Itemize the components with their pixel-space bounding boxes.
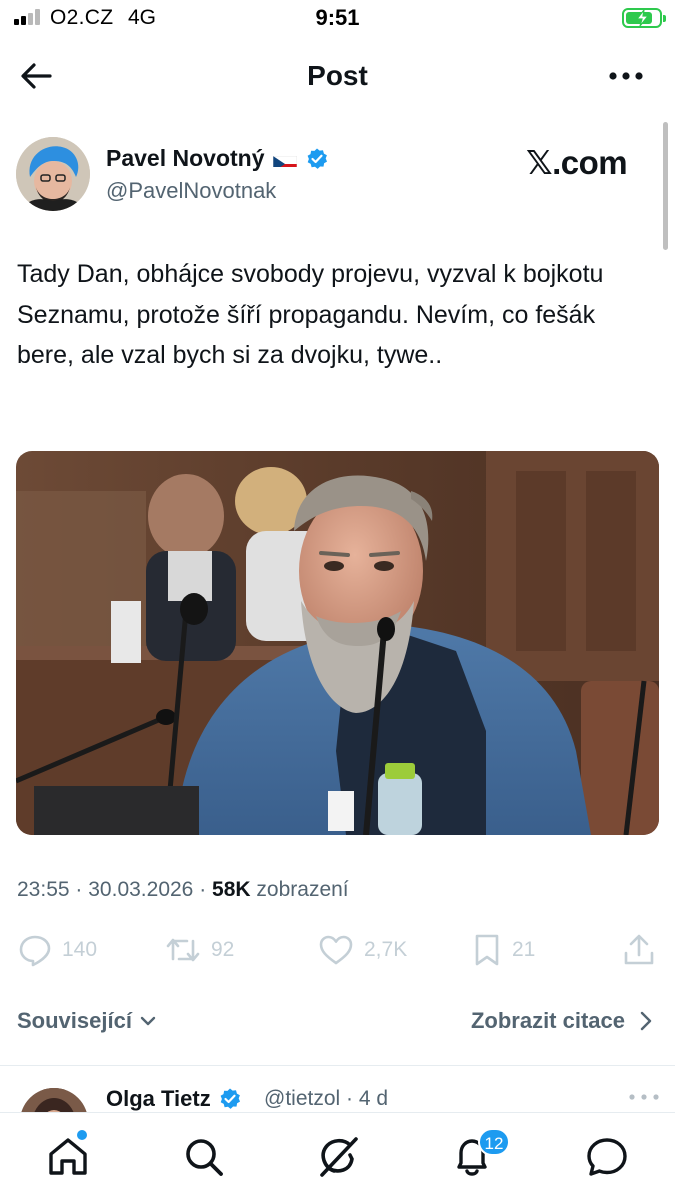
reply-preview[interactable]: Olga Tietz @tietzol · 4 d (0, 1078, 675, 1112)
author-name-row[interactable]: Pavel Novotný (106, 145, 329, 172)
post-time: 23:55 (17, 878, 70, 901)
reply-count: 140 (62, 938, 98, 961)
verified-badge-icon (220, 1088, 240, 1109)
bookmark-icon (475, 934, 499, 966)
like-count: 2,7K (364, 938, 408, 961)
grok-icon (320, 1137, 358, 1177)
meta-separator: · (75, 878, 83, 901)
photo-man-in-parliament (16, 451, 659, 835)
home-icon (49, 1138, 87, 1175)
tab-messages[interactable] (583, 1133, 631, 1181)
view-count: 58K (212, 878, 251, 901)
post-meta: 23:55 · 30.03.2026 · 58K zobrazení (17, 878, 349, 902)
author-avatar[interactable] (16, 137, 90, 211)
related-row: Související Zobrazit citace (0, 1000, 675, 1066)
reply-handle-row: @tietzol · 4 d (264, 1087, 388, 1111)
post-actions: 140 92 2,7K 21 (0, 930, 675, 974)
repost-icon (166, 938, 200, 962)
tab-home[interactable] (44, 1133, 92, 1181)
repost-count: 92 (211, 938, 235, 961)
reply-age: · 4 d (346, 1087, 389, 1110)
post-header: Post (0, 44, 675, 108)
post-date: 30.03.2026 (88, 878, 194, 901)
home-notification-dot (77, 1130, 87, 1140)
reply-button[interactable]: 140 (18, 930, 97, 970)
reply-handle: @tietzol (264, 1087, 341, 1110)
heart-icon (319, 935, 353, 965)
reply-author[interactable]: Olga Tietz (106, 1086, 242, 1112)
page-title: Post (307, 60, 368, 91)
share-icon (624, 934, 654, 965)
status-bar: O2.CZ 4G 9:51 (0, 0, 675, 40)
bottom-tab-bar: 12 (0, 1112, 675, 1200)
bookmark-button[interactable]: 21 (472, 930, 535, 970)
scrollbar[interactable] (663, 122, 668, 250)
more-horizontal-icon (609, 72, 643, 80)
chevron-right-icon (640, 1011, 652, 1031)
chevron-down-icon (140, 1016, 156, 1026)
x-com-watermark: 𝕏.com (526, 144, 628, 181)
author-handle[interactable]: @PavelNovotnak (106, 178, 276, 204)
view-quotes-label: Zobrazit citace (470, 1008, 625, 1033)
bookmark-count: 21 (512, 938, 536, 961)
meta-separator: · (199, 878, 207, 901)
reply-author-name: Olga Tietz (106, 1086, 211, 1111)
post-photo[interactable] (16, 451, 659, 835)
reply-icon (19, 935, 51, 967)
avatar-image (16, 137, 90, 211)
repost-button[interactable]: 92 (165, 930, 234, 970)
notifications-badge: 12 (478, 1128, 510, 1156)
views-label: zobrazení (256, 878, 349, 901)
like-button[interactable]: 2,7K (318, 930, 407, 970)
czech-flag-icon (272, 151, 297, 167)
more-horizontal-icon[interactable] (627, 1090, 661, 1104)
verified-badge-icon (305, 147, 329, 171)
related-dropdown[interactable]: Související (17, 1008, 158, 1034)
tab-search[interactable] (180, 1133, 228, 1181)
view-quotes-link[interactable]: Zobrazit citace (471, 1008, 653, 1034)
battery-charging-icon (622, 8, 666, 28)
related-label: Související (17, 1008, 132, 1033)
post-text: Tady Dan, obhájce svobody projevu, vyzva… (17, 260, 604, 369)
author-name: Pavel Novotný (106, 145, 265, 171)
share-button[interactable] (622, 930, 656, 970)
more-options-button[interactable] (604, 58, 648, 94)
tab-grok[interactable] (314, 1133, 362, 1181)
reply-avatar[interactable] (20, 1088, 88, 1112)
messages-icon (587, 1138, 627, 1176)
search-icon (186, 1139, 223, 1176)
status-time: 9:51 (315, 5, 360, 30)
